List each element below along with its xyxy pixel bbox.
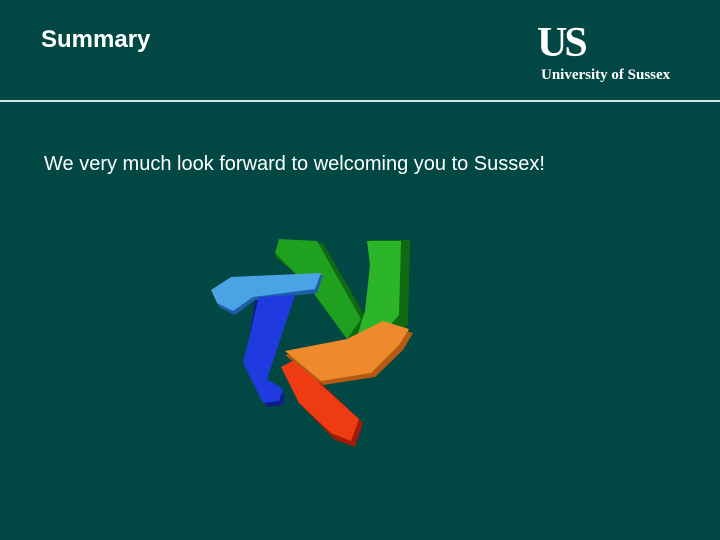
slide-title: Summary [41,26,151,53]
university-logo: US University of Sussex [537,22,697,90]
header-divider [0,100,720,102]
logo-university-name: University of Sussex [541,67,671,83]
welcome-message: We very much look forward to welcoming y… [44,153,545,175]
logo-mark: US [537,20,588,66]
interlocking-arrows-graphic [211,239,413,447]
